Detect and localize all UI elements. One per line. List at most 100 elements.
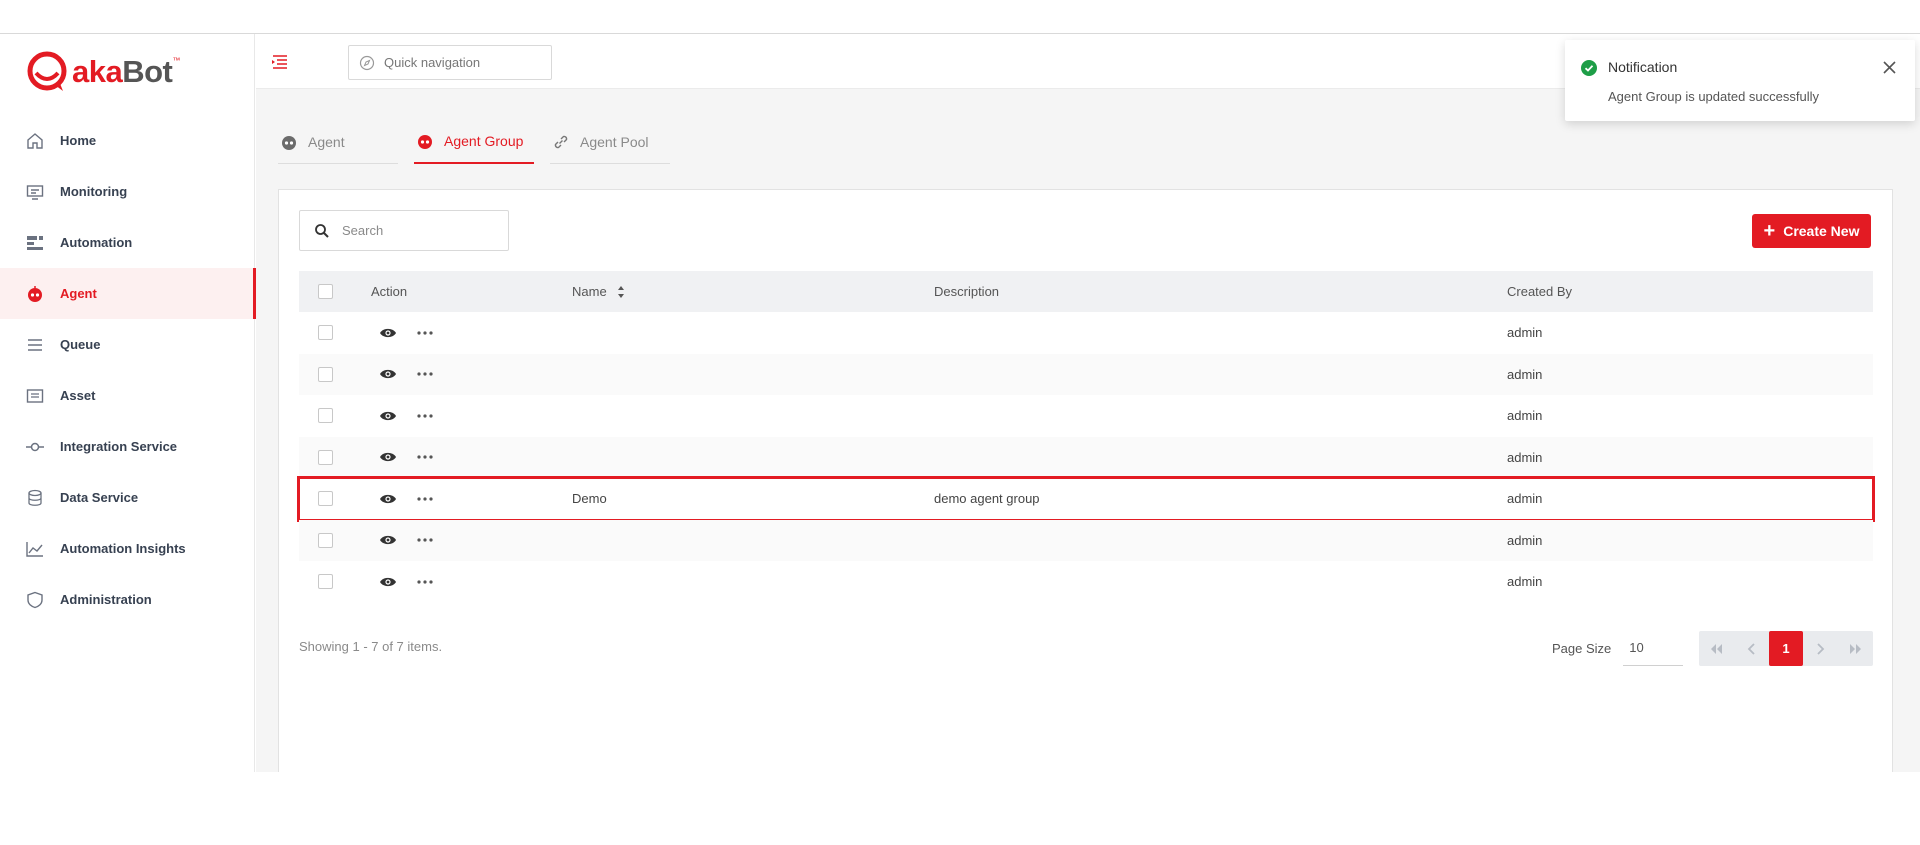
logo-trademark: ™ xyxy=(172,55,181,65)
page-size-select[interactable]: 10 xyxy=(1623,630,1684,666)
eye-icon[interactable] xyxy=(379,534,397,546)
agent-tabs: Agent Agent Group Agent Pool xyxy=(278,126,686,164)
column-action: Action xyxy=(371,284,408,299)
table-row[interactable]: Demo demo agent group admin xyxy=(297,476,1875,522)
row-checkbox[interactable] xyxy=(318,491,333,507)
row-checkbox[interactable] xyxy=(318,449,333,465)
column-description: Description xyxy=(934,284,1000,299)
sidebar-item-label: Data Service xyxy=(60,490,139,505)
sidebar-item-label: Queue xyxy=(60,337,101,352)
more-options-icon[interactable] xyxy=(416,537,434,543)
table-row[interactable]: admin xyxy=(299,519,1873,561)
row-checkbox[interactable] xyxy=(318,574,333,590)
eye-icon[interactable] xyxy=(379,368,397,380)
table-body: admin admin admin admin Demo demo agent group… xyxy=(297,312,1875,603)
table-row[interactable]: admin xyxy=(299,312,1873,354)
sidebar-item-label: Automation xyxy=(60,235,133,250)
more-options-icon[interactable] xyxy=(416,579,434,585)
quick-navigation-placeholder: Quick navigation xyxy=(384,55,481,70)
sidebar-item-label: Automation Insights xyxy=(60,541,186,556)
row-checkbox[interactable] xyxy=(318,408,333,424)
sidebar-item-monitoring[interactable]: Monitoring xyxy=(0,166,255,217)
sidebar-item-queue[interactable]: Queue xyxy=(0,319,255,370)
search-input[interactable]: Search xyxy=(299,210,509,251)
eye-icon[interactable] xyxy=(379,451,397,463)
column-created-by: Created By xyxy=(1507,284,1573,299)
close-icon[interactable] xyxy=(1882,60,1897,75)
cell-created-by: admin xyxy=(1507,366,1543,382)
shield-icon xyxy=(26,591,44,609)
tab-agent-pool[interactable]: Agent Pool xyxy=(550,126,670,164)
row-actions xyxy=(371,493,434,505)
page-size-label: Page Size xyxy=(1552,640,1612,656)
logo-mark-icon xyxy=(27,51,67,91)
page-number-button[interactable]: 1 xyxy=(1768,631,1804,666)
more-options-icon[interactable] xyxy=(416,371,434,377)
eye-icon[interactable] xyxy=(379,493,397,505)
row-checkbox[interactable] xyxy=(318,532,333,548)
notification-title: Notification xyxy=(1608,59,1678,75)
sidebar-item-integration-service[interactable]: Integration Service xyxy=(0,421,255,472)
create-new-button[interactable]: + Create New xyxy=(1752,214,1871,248)
tab-agent[interactable]: Agent xyxy=(278,126,398,164)
more-options-icon[interactable] xyxy=(416,454,434,460)
monitor-icon xyxy=(26,183,44,201)
akabot-logo[interactable]: akaBot ™ xyxy=(26,50,180,94)
chevron-right-icon xyxy=(1817,642,1825,655)
sidebar-item-label: Integration Service xyxy=(60,439,178,454)
link-icon xyxy=(552,133,570,151)
last-page-button[interactable] xyxy=(1838,631,1873,666)
page-size-control: Page Size 10 xyxy=(1552,629,1684,667)
row-actions xyxy=(371,368,434,380)
sidebar-nav: Home Monitoring Automation Agent Queue A… xyxy=(0,115,256,625)
pagination: 1 xyxy=(1699,631,1873,666)
pagination-info: Showing 1 - 7 of 7 items. xyxy=(299,639,443,654)
row-checkbox[interactable] xyxy=(318,325,333,341)
menu-toggle-icon[interactable] xyxy=(270,52,290,72)
sidebar-item-label: Home xyxy=(60,133,97,148)
sidebar-item-asset[interactable]: Asset xyxy=(0,370,255,421)
eye-icon[interactable] xyxy=(379,410,397,422)
eye-icon[interactable] xyxy=(379,576,397,588)
success-check-icon xyxy=(1581,60,1597,76)
table-row[interactable]: admin xyxy=(299,561,1873,603)
more-options-icon[interactable] xyxy=(416,330,434,336)
select-all-checkbox[interactable] xyxy=(318,284,333,299)
sidebar-item-data-service[interactable]: Data Service xyxy=(0,472,255,523)
table-row[interactable]: admin xyxy=(299,436,1873,478)
sidebar-item-automation-insights[interactable]: Automation Insights xyxy=(0,523,255,574)
column-name[interactable]: Name xyxy=(572,284,625,300)
table-row[interactable]: admin xyxy=(299,353,1873,395)
row-actions xyxy=(371,534,434,546)
sidebar-item-label: Asset xyxy=(60,388,96,403)
logo-aka: aka xyxy=(72,54,123,89)
chevron-left-icon xyxy=(1747,642,1755,655)
sidebar-item-automation[interactable]: Automation xyxy=(0,217,255,268)
notification-message: Agent Group is updated successfully xyxy=(1608,89,1820,104)
more-options-icon[interactable] xyxy=(416,413,434,419)
eye-icon[interactable] xyxy=(379,327,397,339)
row-checkbox[interactable] xyxy=(318,366,333,382)
sidebar-item-label: Agent xyxy=(60,286,97,301)
search-placeholder: Search xyxy=(342,223,384,238)
sort-icon[interactable] xyxy=(617,285,625,299)
create-new-label: Create New xyxy=(1783,223,1860,239)
agent-group-panel: Search + Create New Action Name Descript… xyxy=(278,189,1893,772)
first-page-button[interactable] xyxy=(1699,631,1734,666)
cell-created-by: admin xyxy=(1507,574,1543,590)
sidebar-item-agent[interactable]: Agent xyxy=(0,268,256,319)
row-actions xyxy=(371,327,434,339)
more-options-icon[interactable] xyxy=(416,496,434,502)
quick-navigation-input[interactable]: Quick navigation xyxy=(348,45,552,80)
table-row[interactable]: admin xyxy=(299,395,1873,437)
automation-icon xyxy=(26,234,44,252)
next-page-button[interactable] xyxy=(1803,631,1838,666)
double-chevron-right-icon xyxy=(1849,643,1861,654)
tab-agent-group[interactable]: Agent Group xyxy=(414,126,534,164)
sidebar-item-label: Administration xyxy=(60,592,152,607)
prev-page-button[interactable] xyxy=(1734,631,1769,666)
sidebar: akaBot ™ Home Monitoring Automation Agen… xyxy=(0,34,256,772)
chart-line-icon xyxy=(26,540,44,558)
sidebar-item-home[interactable]: Home xyxy=(0,115,255,166)
sidebar-item-administration[interactable]: Administration xyxy=(0,574,255,625)
